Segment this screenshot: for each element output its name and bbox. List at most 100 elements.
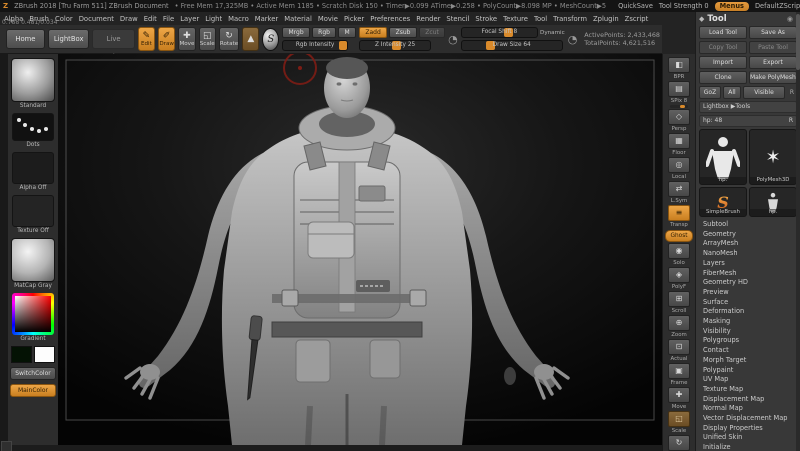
section-vector-displacement-map[interactable]: Vector Displacement Map [699, 414, 797, 424]
sculptris-pro-button[interactable]: ▲ [242, 27, 259, 51]
load-tool-button[interactable]: Load Tool [699, 26, 747, 39]
stroke-selector[interactable] [12, 113, 54, 141]
section-geometry[interactable]: Geometry [699, 230, 797, 240]
zoom-button[interactable]: ⊕Zoom [668, 315, 690, 338]
lightbox-button[interactable]: LightBox [48, 29, 90, 49]
menu-file[interactable]: File [163, 15, 174, 23]
solo-button[interactable]: ◉Solo [668, 243, 690, 266]
spix-button[interactable]: ▤SPix 8 [668, 81, 690, 108]
section-polygroups[interactable]: Polygroups [699, 336, 797, 346]
save-as-button[interactable]: Save As [749, 26, 797, 39]
focal-shift-slider[interactable]: Focal Shift 8 [461, 27, 538, 38]
rotate-3d-button[interactable]: ↻Rotate [668, 435, 690, 451]
section-preview[interactable]: Preview [699, 288, 797, 298]
current-brush-preview[interactable]: S [262, 28, 279, 51]
zadd-toggle[interactable]: Zadd [359, 27, 387, 38]
hp-slider-row[interactable]: hp: 48 R [699, 115, 797, 127]
mrgb-toggle[interactable]: Mrgb [282, 27, 310, 38]
saturation-value-square[interactable] [15, 296, 51, 332]
polyf-button[interactable]: ◈PolyF [668, 267, 690, 290]
main-color-swatch[interactable] [11, 346, 32, 363]
palette-dock-icon[interactable]: ◉ [787, 15, 793, 23]
menu-material[interactable]: Material [284, 15, 312, 23]
section-nanomesh[interactable]: NanoMesh [699, 249, 797, 259]
default-zscript-button[interactable]: DefaultZScript [755, 2, 800, 10]
section-displacement-map[interactable]: Displacement Map [699, 395, 797, 405]
texture-selector[interactable] [12, 195, 54, 227]
draw-size-slider[interactable]: Draw Size 64 [461, 40, 563, 51]
section-contact[interactable]: Contact [699, 346, 797, 356]
hp-small-thumbnail[interactable]: hp. [749, 187, 797, 217]
menu-render[interactable]: Render [416, 15, 440, 23]
home-page-button[interactable]: Home Page [6, 29, 45, 49]
menu-draw[interactable]: Draw [120, 15, 138, 23]
scroll-button[interactable]: ⊞Scroll [668, 291, 690, 314]
menu-stroke[interactable]: Stroke [475, 15, 497, 23]
menu-layer[interactable]: Layer [180, 15, 199, 23]
zcut-toggle[interactable]: Zcut [419, 27, 445, 38]
simplebrush-thumbnail[interactable]: S SimpleBrush [699, 187, 747, 217]
pressure-knob-icon[interactable]: ◔ [448, 34, 458, 45]
lsym-button[interactable]: ⇄L.Sym [668, 181, 690, 204]
menu-tool[interactable]: Tool [534, 15, 547, 23]
edit-mode-button[interactable]: ✎ Edit [138, 27, 155, 51]
corner-chip[interactable] [1, 441, 12, 451]
make-polymesh3d-button[interactable]: Make PolyMesh3D [749, 71, 797, 84]
import-button[interactable]: Import [699, 56, 747, 69]
section-deformation[interactable]: Deformation [699, 307, 797, 317]
section-texture-map[interactable]: Texture Map [699, 385, 797, 395]
section-display-properties[interactable]: Display Properties [699, 424, 797, 434]
section-layers[interactable]: Layers [699, 259, 797, 269]
clone-button[interactable]: Clone [699, 71, 747, 84]
color-picker[interactable] [12, 293, 54, 335]
menu-light[interactable]: Light [205, 15, 222, 23]
transp-button[interactable]: ≡Transp [668, 205, 690, 228]
menu-zplugin[interactable]: Zplugin [593, 15, 619, 23]
menu-color[interactable]: Color [55, 15, 73, 23]
menu-transform[interactable]: Transform [553, 15, 587, 23]
move-mode-button[interactable]: ✚ Move [178, 27, 195, 51]
pressure-knob-icon-2[interactable]: ◔ [568, 34, 578, 45]
section-normal-map[interactable]: Normal Map [699, 404, 797, 414]
section-masking[interactable]: Masking [699, 317, 797, 327]
section-uv-map[interactable]: UV Map [699, 375, 797, 385]
menu-picker[interactable]: Picker [344, 15, 364, 23]
switch-color-button[interactable]: SwitchColor [10, 367, 56, 380]
bpr-button[interactable]: ◧BPR [668, 57, 690, 80]
copy-tool-button[interactable]: Copy Tool [699, 41, 747, 54]
frame-button[interactable]: ▣Frame [668, 363, 690, 386]
z-intensity-slider[interactable]: Z Intensity 25 [359, 40, 431, 51]
section-unified-skin[interactable]: Unified Skin [699, 433, 797, 443]
menus-toggle[interactable]: Menus [715, 2, 749, 11]
dynamic-toggle[interactable]: Dynamic [540, 30, 565, 36]
paste-tool-button[interactable]: Paste Tool [749, 41, 797, 54]
export-button[interactable]: Export [749, 56, 797, 69]
brush-selector[interactable] [11, 58, 55, 102]
draw-mode-button[interactable]: ✐ Draw [158, 27, 175, 51]
section-morph-target[interactable]: Morph Target [699, 356, 797, 366]
menu-texture[interactable]: Texture [503, 15, 528, 23]
alpha-selector[interactable] [12, 152, 54, 184]
palette-scrollbar[interactable] [796, 12, 800, 451]
spix-slider[interactable] [670, 105, 688, 108]
scale-mode-button[interactable]: ◱ Scale [199, 27, 216, 51]
menu-marker[interactable]: Marker [255, 15, 279, 23]
menu-movie[interactable]: Movie [318, 15, 338, 23]
section-initialize[interactable]: Initialize [699, 443, 797, 451]
ghost-button[interactable]: ◌Ghost [665, 229, 692, 242]
scale-3d-button[interactable]: ◱Scale [668, 411, 690, 434]
main-color-button[interactable]: MainColor [10, 384, 56, 397]
section-polypaint[interactable]: Polypaint [699, 366, 797, 376]
menu-stencil[interactable]: Stencil [446, 15, 469, 23]
goz-visible-button[interactable]: Visible [743, 86, 785, 99]
current-tool-thumbnail[interactable]: hp. [699, 129, 747, 185]
section-arraymesh[interactable]: ArrayMesh [699, 239, 797, 249]
section-fibermesh[interactable]: FiberMesh [699, 269, 797, 279]
menu-zscript[interactable]: Zscript [625, 15, 649, 23]
section-geometry-hd[interactable]: Geometry HD [699, 278, 797, 288]
section-visibility[interactable]: Visibility [699, 327, 797, 337]
menu-macro[interactable]: Macro [228, 15, 249, 23]
secondary-color-swatch[interactable] [34, 346, 55, 363]
menu-document[interactable]: Document [79, 15, 114, 23]
material-selector[interactable] [11, 238, 55, 282]
